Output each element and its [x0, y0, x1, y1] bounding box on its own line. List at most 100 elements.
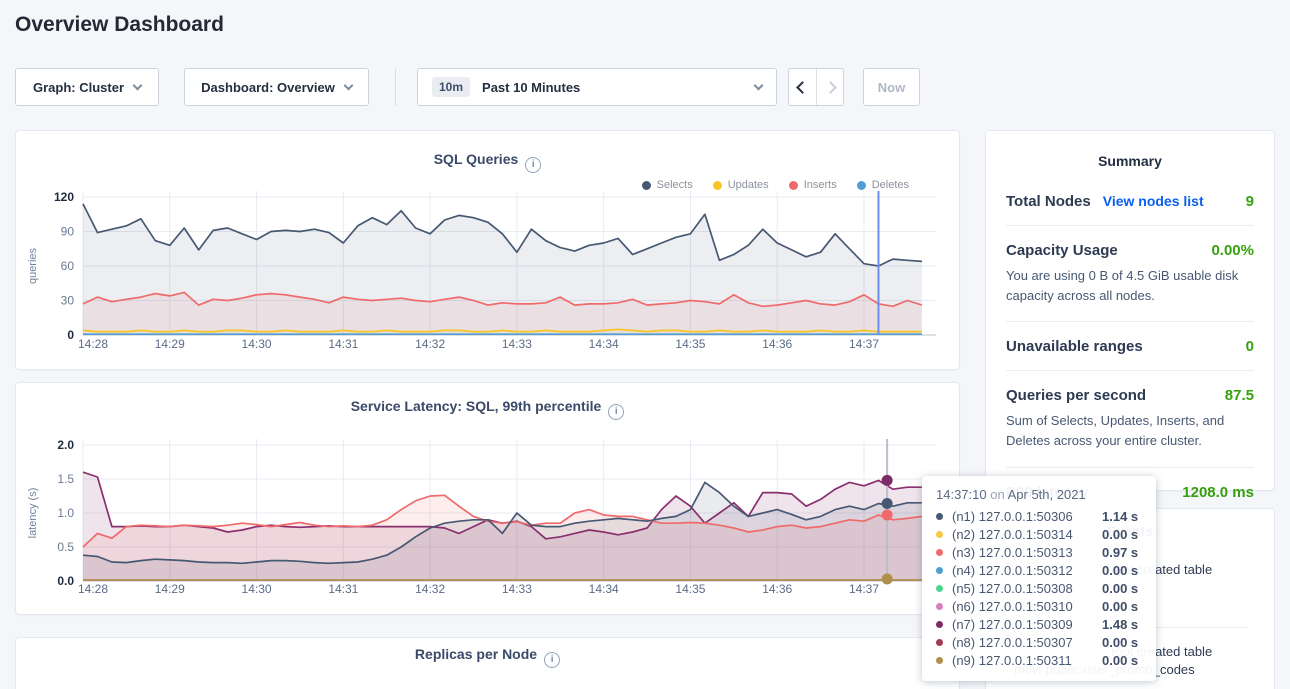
- controls-divider: [395, 68, 396, 106]
- hover-marker-dot: [882, 475, 893, 486]
- replicas-per-node-chart-title: Replicas per Nodei: [16, 638, 959, 668]
- now-button[interactable]: Now: [863, 68, 920, 106]
- x-tick-label: 14:33: [502, 337, 532, 351]
- tooltip-node-label: (n8) 127.0.0.1:50307: [952, 635, 1102, 650]
- capacity-usage-label: Capacity Usage: [1006, 242, 1118, 259]
- y-axis-title: latency (s): [27, 488, 39, 539]
- time-step-forward-button[interactable]: [816, 69, 843, 105]
- qps-label: Queries per second: [1006, 387, 1146, 404]
- tooltip-node-label: (n3) 127.0.0.1:50313: [952, 545, 1102, 560]
- tooltip-node-row: (n4) 127.0.0.1:503120.00 s: [936, 561, 1142, 579]
- series-area: [83, 204, 922, 335]
- qps-value: 87.5: [1225, 387, 1254, 404]
- tooltip-node-row: (n1) 127.0.0.1:503061.14 s: [936, 507, 1142, 525]
- tooltip-node-value: 0.00 s: [1102, 527, 1138, 542]
- series-dot-icon: [936, 531, 943, 538]
- tooltip-node-label: (n6) 127.0.0.1:50310: [952, 599, 1102, 614]
- x-tick-label: 14:36: [762, 337, 792, 351]
- y-tick-label: 0: [67, 328, 74, 342]
- y-tick-label: 60: [61, 259, 75, 273]
- series-dot-icon: [936, 639, 943, 646]
- time-step-back-button[interactable]: [789, 69, 816, 105]
- x-tick-label: 14:36: [762, 582, 792, 596]
- tooltip-node-value: 1.14 s: [1102, 509, 1138, 524]
- x-tick-label: 14:37: [849, 582, 879, 596]
- tooltip-node-value: 0.00 s: [1102, 599, 1138, 614]
- series-dot-icon: [936, 585, 943, 592]
- summary-row-capacity: Capacity Usage 0.00% You are using 0 B o…: [1006, 226, 1254, 322]
- x-tick-label: 14:30: [242, 582, 272, 596]
- capacity-usage-value: 0.00%: [1211, 242, 1254, 259]
- tooltip-node-value: 1.48 s: [1102, 617, 1138, 632]
- tooltip-node-value: 0.00 s: [1102, 563, 1138, 578]
- tooltip-node-row: (n9) 127.0.0.1:503110.00 s: [936, 651, 1142, 669]
- series-dot-icon: [936, 657, 943, 664]
- view-nodes-list-link[interactable]: View nodes list: [1103, 193, 1204, 209]
- time-step-buttons: [788, 68, 844, 106]
- tooltip-node-value: 0.00 s: [1102, 581, 1138, 596]
- time-range-dropdown[interactable]: 10m Past 10 Minutes: [417, 68, 777, 106]
- tooltip-node-label: (n1) 127.0.0.1:50306: [952, 509, 1102, 524]
- chevron-down-icon: [754, 80, 764, 90]
- series-dot-icon: [936, 621, 943, 628]
- total-nodes-value: 9: [1246, 193, 1254, 210]
- time-range-badge: 10m: [432, 77, 470, 97]
- dashboard-dropdown-label: Dashboard: Overview: [201, 80, 335, 95]
- y-tick-label: 1.0: [57, 506, 74, 520]
- service-latency-plot[interactable]: 14:2814:2914:3014:3114:3214:3314:3414:35…: [16, 383, 959, 614]
- x-tick-label: 14:31: [328, 582, 358, 596]
- x-tick-label: 14:28: [78, 582, 108, 596]
- dashboard-dropdown[interactable]: Dashboard: Overview: [184, 68, 369, 106]
- x-tick-label: 14:28: [78, 337, 108, 351]
- chevron-right-icon: [824, 81, 837, 94]
- sql-queries-plot[interactable]: 14:2814:2914:3014:3114:3214:3314:3414:35…: [16, 131, 959, 369]
- unavailable-ranges-value: 0: [1246, 338, 1254, 355]
- graph-dropdown[interactable]: Graph: Cluster: [15, 68, 159, 106]
- summary-panel: Summary Total Nodes View nodes list 9 Ca…: [985, 130, 1275, 491]
- info-icon[interactable]: i: [544, 652, 560, 668]
- x-tick-label: 14:37: [849, 337, 879, 351]
- summary-row-total-nodes: Total Nodes View nodes list 9: [1006, 177, 1254, 226]
- tooltip-node-label: (n4) 127.0.0.1:50312: [952, 563, 1102, 578]
- tooltip-node-row: (n7) 127.0.0.1:503091.48 s: [936, 615, 1142, 633]
- tooltip-node-label: (n9) 127.0.0.1:50311: [952, 653, 1102, 668]
- now-button-label: Now: [878, 80, 905, 95]
- tooltip-node-row: (n8) 127.0.0.1:503070.00 s: [936, 633, 1142, 651]
- total-nodes-label: Total Nodes: [1006, 193, 1091, 210]
- page-title: Overview Dashboard: [15, 13, 224, 37]
- x-tick-label: 14:34: [589, 582, 619, 596]
- unavailable-ranges-label: Unavailable ranges: [1006, 338, 1143, 355]
- x-tick-label: 14:34: [589, 337, 619, 351]
- tooltip-node-row: (n6) 127.0.0.1:503100.00 s: [936, 597, 1142, 615]
- qps-desc: Sum of Selects, Updates, Inserts, and De…: [1006, 411, 1254, 451]
- x-tick-label: 14:32: [415, 582, 445, 596]
- series-dot-icon: [936, 603, 943, 610]
- series-dot-icon: [936, 549, 943, 556]
- y-tick-label: 2.0: [57, 438, 74, 452]
- chevron-left-icon: [796, 81, 809, 94]
- y-axis-title: queries: [27, 247, 39, 284]
- tooltip-node-row: (n5) 127.0.0.1:503080.00 s: [936, 579, 1142, 597]
- tooltip-node-label: (n5) 127.0.0.1:50308: [952, 581, 1102, 596]
- chevron-down-icon: [343, 80, 353, 90]
- tooltip-node-label: (n2) 127.0.0.1:50314: [952, 527, 1102, 542]
- x-tick-label: 14:33: [502, 582, 532, 596]
- series-dot-icon: [936, 513, 943, 520]
- time-range-label: Past 10 Minutes: [482, 80, 580, 95]
- x-tick-label: 14:29: [155, 337, 185, 351]
- chevron-down-icon: [133, 80, 143, 90]
- x-tick-label: 14:35: [675, 582, 705, 596]
- series-dot-icon: [936, 567, 943, 574]
- tooltip-node-label: (n7) 127.0.0.1:50309: [952, 617, 1102, 632]
- graph-dropdown-label: Graph: Cluster: [33, 80, 124, 95]
- y-tick-label: 0.5: [57, 540, 74, 554]
- tooltip-on: on: [990, 487, 1004, 502]
- sql-queries-chart-panel: SQL Queriesi SelectsUpdatesInsertsDelete…: [15, 130, 960, 370]
- tooltip-timestamp: 14:37:10 on Apr 5th, 2021: [936, 487, 1142, 502]
- y-tick-label: 1.5: [57, 472, 74, 486]
- tooltip-date: Apr 5th, 2021: [1008, 487, 1086, 502]
- tooltip-node-row: (n3) 127.0.0.1:503130.97 s: [936, 543, 1142, 561]
- y-tick-label: 90: [61, 225, 75, 239]
- x-tick-label: 14:32: [415, 337, 445, 351]
- hover-marker-dot: [882, 510, 893, 521]
